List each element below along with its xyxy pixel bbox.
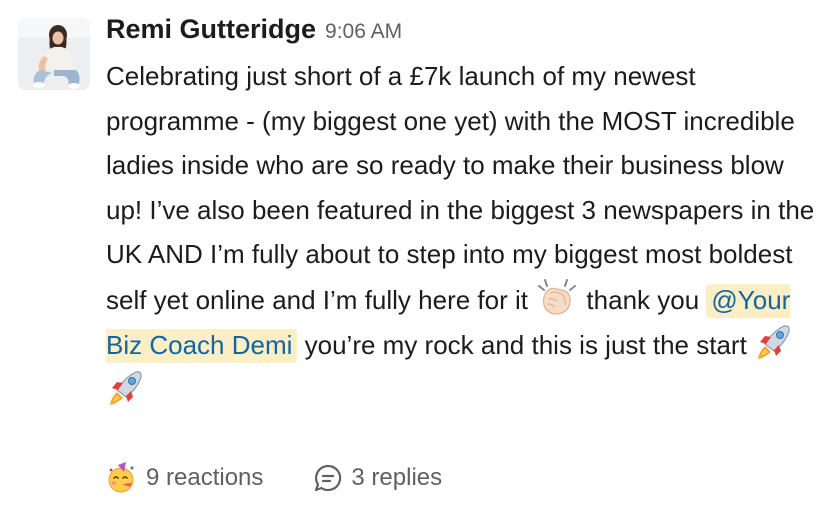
- reactions-summary[interactable]: 9 reactions: [106, 462, 263, 494]
- message: Remi Gutteridge 9:06 AM Celebrating just…: [0, 0, 836, 524]
- avatar[interactable]: [18, 18, 90, 90]
- rocket-icon: [106, 368, 144, 408]
- replies-count: 3 replies: [351, 464, 443, 491]
- message-text-part-2: thank you: [579, 284, 707, 315]
- rocket-icon: [754, 322, 792, 362]
- message-text: Celebrating just short of a £7k launch o…: [106, 54, 818, 413]
- sender-name[interactable]: Remi Gutteridge: [106, 14, 316, 45]
- clapping-hands-icon: [535, 277, 579, 317]
- message-text-part-1: Celebrating just short of a £7k launch o…: [106, 61, 815, 315]
- message-content: Remi Gutteridge 9:06 AM Celebrating just…: [106, 14, 818, 413]
- message-footer: 9 reactions 3 replies: [106, 456, 442, 500]
- message-header: Remi Gutteridge 9:06 AM: [106, 14, 818, 54]
- reactions-count: 9 reactions: [146, 464, 264, 491]
- replies-summary[interactable]: 3 replies: [313, 463, 442, 493]
- message-text-part-3: you’re my rock and this is just the star…: [297, 330, 755, 360]
- speech-bubble-icon: [313, 463, 343, 493]
- timestamp[interactable]: 9:06 AM: [325, 20, 402, 44]
- partying-face-icon: [106, 462, 138, 494]
